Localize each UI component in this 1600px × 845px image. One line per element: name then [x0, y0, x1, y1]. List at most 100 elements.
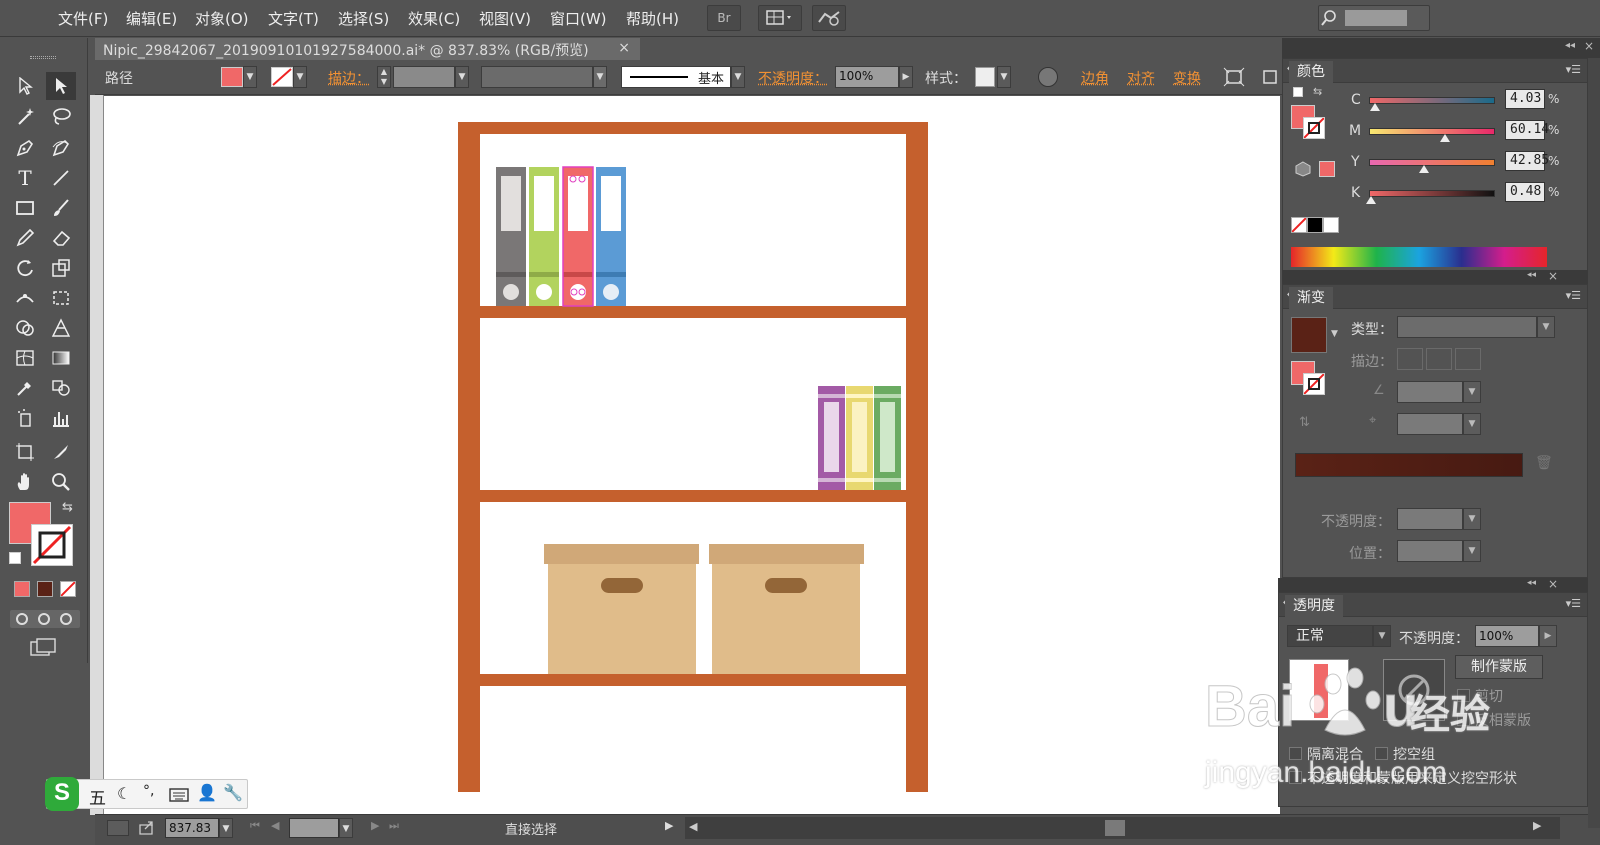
channel-c-input[interactable]: 4.03 [1505, 89, 1545, 109]
opacity-dropdown[interactable]: ▶ [899, 66, 913, 88]
lasso-tool-icon[interactable] [46, 102, 76, 130]
paintbrush-tool-icon[interactable] [46, 194, 76, 222]
bridge-button[interactable]: Br [707, 5, 741, 31]
stroke-dropdown[interactable]: ▼ [293, 66, 307, 88]
shelf-top-rail[interactable] [458, 122, 928, 134]
prev-artboard-icon[interactable]: ◀ [271, 819, 279, 832]
transform-each-icon[interactable] [1261, 67, 1279, 87]
clip-checkbox[interactable] [1457, 689, 1470, 702]
ime-skin-icon[interactable]: 👤 [197, 783, 217, 802]
graphic-style-dropdown[interactable]: ▼ [997, 66, 1011, 88]
channel-m-thumb[interactable] [1440, 134, 1450, 142]
gradient-preview-swatch[interactable] [1291, 317, 1327, 353]
line-tool-icon[interactable] [46, 164, 76, 192]
ime-punctuation-icon[interactable]: °, [143, 783, 154, 799]
stroke-color-box[interactable] [31, 524, 73, 566]
sogou-logo-icon[interactable]: S [45, 777, 79, 811]
menu-edit[interactable]: 编辑(E) [126, 8, 177, 29]
stroke-gradient-along-icon[interactable] [1426, 348, 1452, 370]
stroke-weight-dropdown[interactable]: ▼ [455, 66, 469, 88]
first-artboard-icon[interactable]: ⏮ [250, 819, 260, 833]
scale-tool-icon[interactable] [46, 254, 76, 282]
gradient-angle-input[interactable] [1397, 381, 1463, 403]
menu-help[interactable]: 帮助(H) [626, 8, 679, 29]
binder-grey[interactable] [496, 167, 526, 306]
color-mode-button[interactable] [14, 581, 30, 597]
draw-behind-icon[interactable] [38, 613, 50, 625]
gradient-close-icon[interactable]: × [1548, 269, 1558, 283]
arrange-documents-button[interactable] [758, 5, 802, 31]
gradient-angle-dropdown[interactable]: ▼ [1463, 381, 1481, 403]
mesh-tool-icon[interactable] [10, 344, 40, 372]
curvature-tool-icon[interactable] [46, 134, 76, 162]
draw-inside-icon[interactable] [60, 613, 72, 625]
channel-y-input[interactable]: 42.85 [1505, 151, 1549, 171]
brush-dropdown[interactable]: ▼ [731, 66, 745, 88]
zoom-dropdown[interactable]: ▼ [219, 818, 233, 838]
shape-builder-tool-icon[interactable] [10, 314, 40, 342]
gradient-opacity-dropdown[interactable]: ▼ [1463, 508, 1481, 530]
none-color-swatch[interactable] [1291, 217, 1307, 233]
transparency-collapse-icon[interactable]: ◂◂ [1527, 578, 1536, 588]
pan-icon[interactable] [107, 820, 129, 836]
transform-link[interactable]: 变换 [1173, 68, 1201, 88]
dock-close-icon[interactable]: × [1584, 39, 1594, 53]
binder-blue[interactable] [596, 167, 626, 306]
gradient-tool-icon[interactable] [46, 344, 76, 372]
brush-definition[interactable]: 基本 [621, 66, 731, 88]
blend-tool-icon[interactable] [46, 374, 76, 402]
knockout-group-checkbox[interactable] [1375, 747, 1388, 760]
invert-mask-checkbox[interactable] [1457, 713, 1470, 726]
mask-thumbnail[interactable] [1383, 659, 1445, 721]
free-transform-tool-icon[interactable] [46, 284, 76, 312]
stroke-gradient-within-icon[interactable] [1397, 348, 1423, 370]
object-thumbnail[interactable] [1289, 659, 1349, 721]
book-yellow[interactable] [846, 386, 873, 490]
stroke-weight-stepper[interactable]: ▲ ▼ [377, 66, 391, 88]
type-tool-icon[interactable]: T [10, 164, 40, 192]
transparency-close-icon[interactable]: × [1548, 577, 1558, 591]
color-spectrum[interactable] [1291, 247, 1547, 267]
shelf-board-3[interactable] [480, 674, 906, 686]
ime-mode-label[interactable]: 五 [89, 784, 106, 809]
channel-m-input[interactable]: 60.14 [1505, 120, 1549, 140]
ime-keyboard-icon[interactable] [169, 787, 189, 803]
make-mask-button[interactable]: 制作蒙版 [1455, 655, 1543, 679]
gradient-type-dropdown[interactable]: ▼ [1537, 316, 1555, 338]
width-tool-icon[interactable] [10, 284, 40, 312]
opacity-panel-link[interactable]: 不透明度： [758, 68, 828, 88]
storage-box-right[interactable] [709, 544, 864, 674]
close-tab-icon[interactable]: × [618, 40, 630, 56]
menu-select[interactable]: 选择(S) [338, 8, 389, 29]
stroke-panel-link[interactable]: 描边： [328, 68, 370, 88]
delete-stop-icon[interactable]: 🗑 [1535, 455, 1553, 471]
draw-modes-group[interactable] [10, 610, 80, 628]
binder-red-selected[interactable] [562, 166, 594, 307]
channel-k-input[interactable]: 0.48 [1505, 182, 1545, 202]
artboard-number-input[interactable] [289, 818, 339, 838]
dock-collapse-icon[interactable]: ◂◂ [1565, 40, 1575, 51]
channel-y-slider[interactable] [1369, 159, 1495, 166]
menu-effect[interactable]: 效果(C) [408, 8, 460, 29]
pen-tool-icon[interactable] [10, 134, 40, 162]
magic-wand-tool-icon[interactable] [10, 102, 40, 130]
graphic-style-swatch[interactable] [975, 67, 995, 87]
blend-mode-select[interactable]: 正常 [1287, 625, 1373, 647]
ime-toolbar[interactable]: S 五 ☾ °, 👤 🔧 [45, 777, 248, 811]
menu-type[interactable]: 文字(T) [268, 8, 319, 29]
channel-c-thumb[interactable] [1370, 103, 1380, 111]
gradient-position-dropdown[interactable]: ▼ [1463, 540, 1481, 562]
transparency-opacity-input[interactable]: 100% [1475, 625, 1539, 647]
dock-scrollbar[interactable] [1588, 58, 1600, 828]
gamut-swatch[interactable] [1319, 161, 1335, 177]
panel-menu-icon[interactable]: ▾☰ [1566, 63, 1581, 76]
gradient-type-select[interactable] [1397, 316, 1537, 338]
gradient-opacity-input[interactable] [1397, 508, 1463, 530]
last-artboard-icon[interactable]: ⏭ [389, 819, 399, 833]
symbol-sprayer-tool-icon[interactable] [10, 404, 40, 432]
direct-selection-tool-icon[interactable] [46, 72, 76, 100]
scroll-right-icon[interactable]: ▶ [1533, 819, 1541, 832]
shelf-board-1[interactable] [480, 306, 906, 318]
swap-fill-stroke-icon[interactable]: ⇆ [1313, 85, 1322, 98]
menu-file[interactable]: 文件(F) [58, 8, 108, 29]
